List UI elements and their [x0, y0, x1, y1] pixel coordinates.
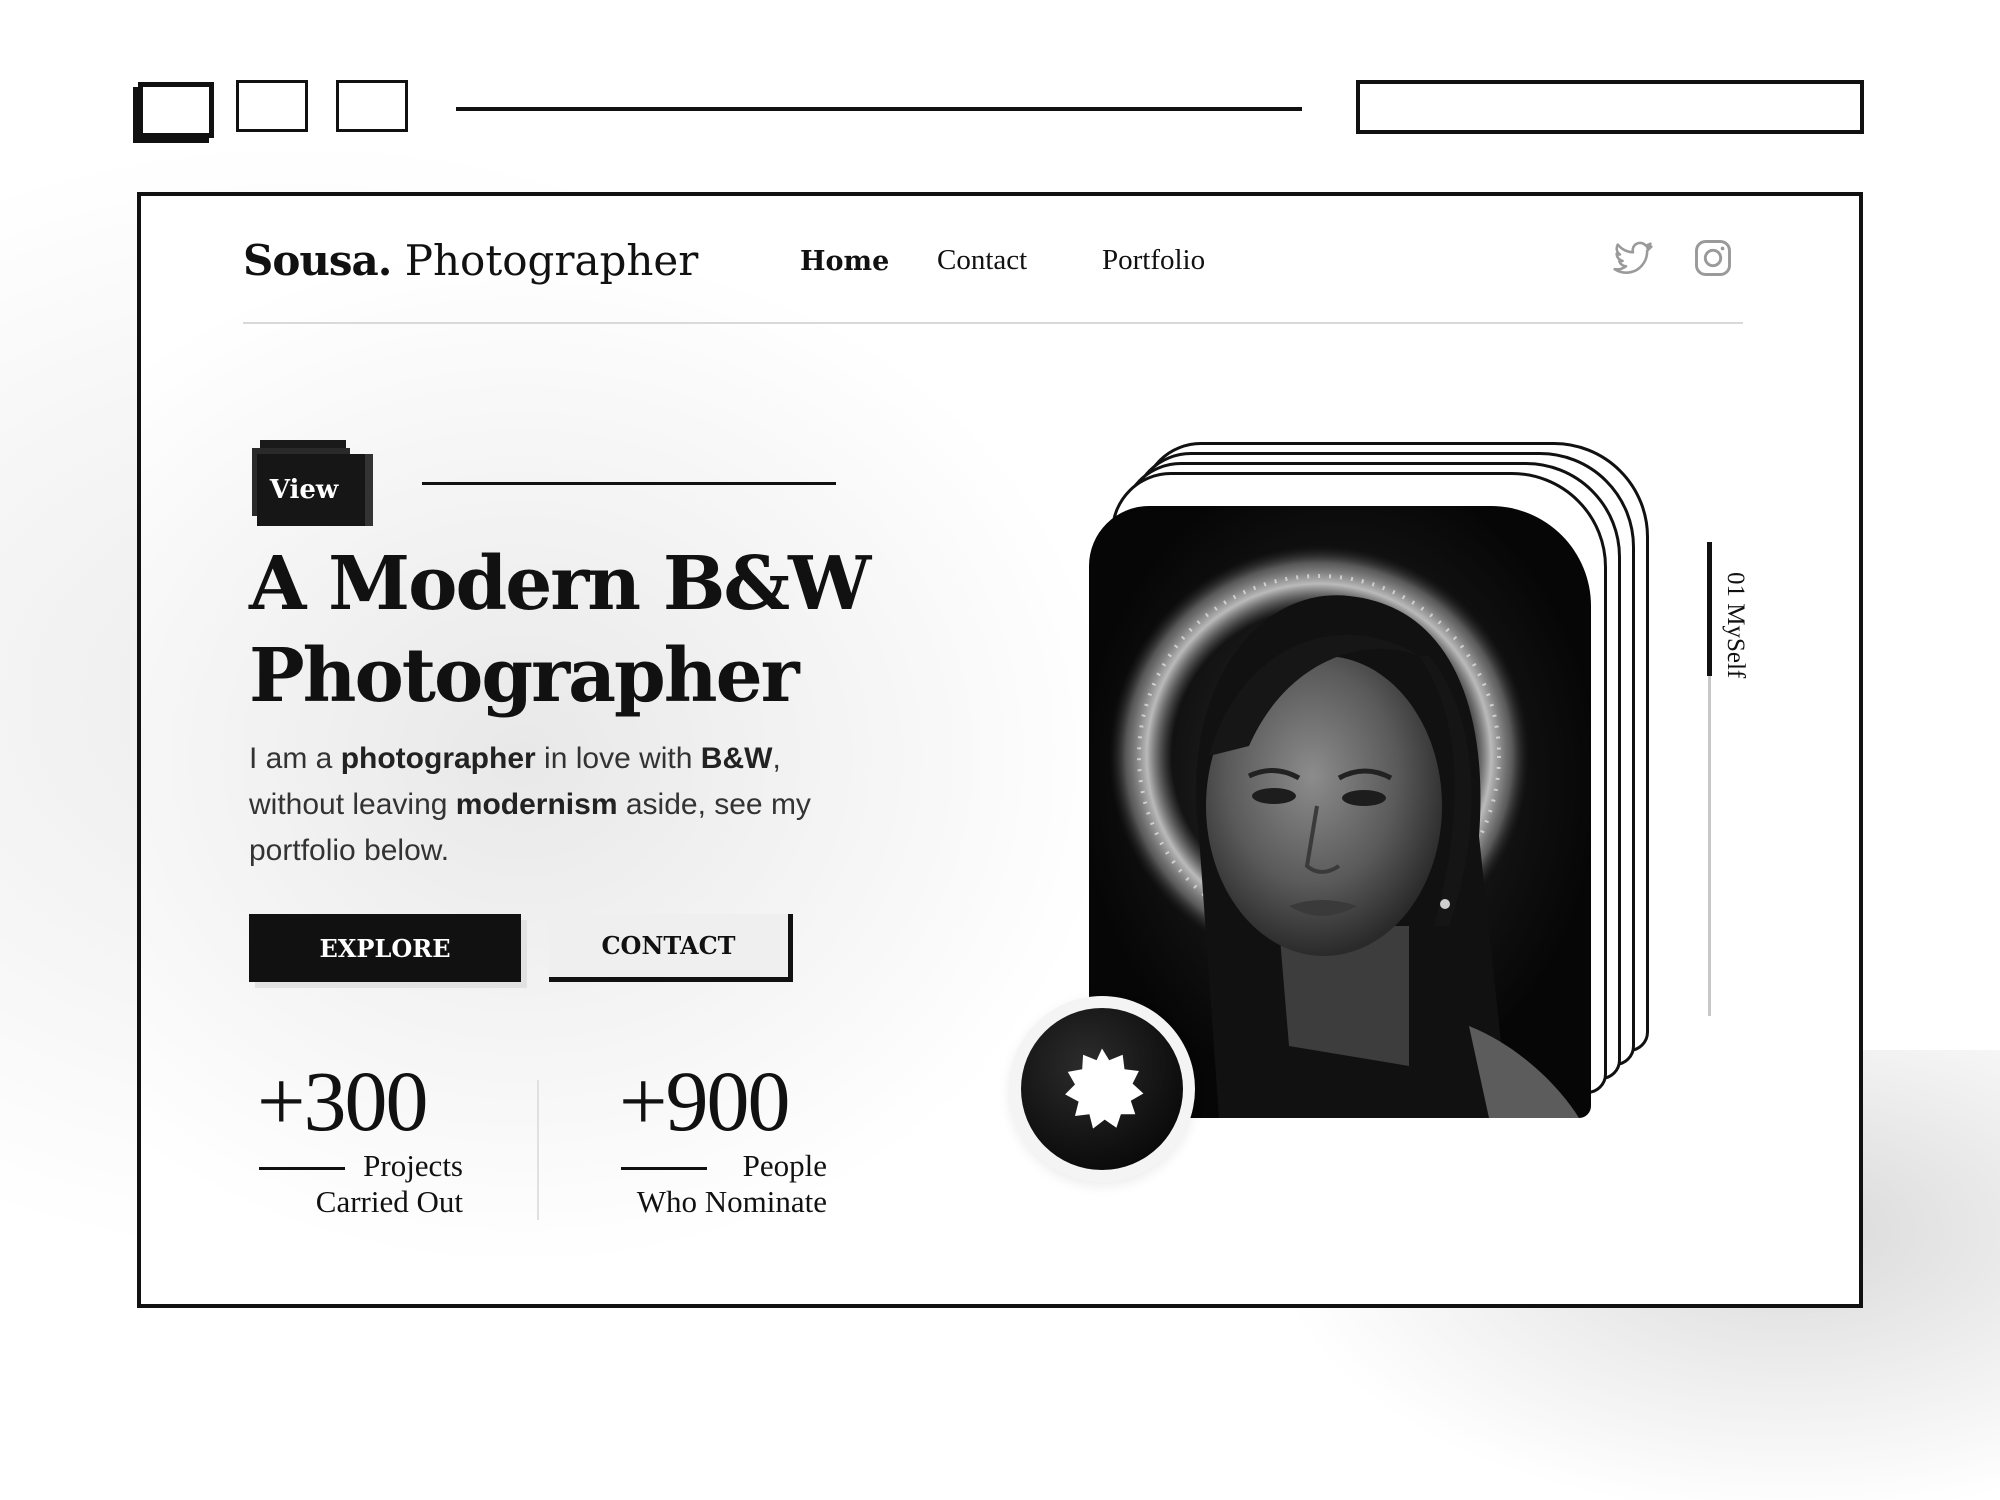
window-control-2[interactable] — [236, 80, 308, 132]
stat-projects-label-line2: Carried Out — [315, 1184, 463, 1219]
hero-title-line1: A Modern B&W — [249, 541, 871, 627]
stat-people-dash — [621, 1167, 707, 1170]
site-logo[interactable]: Sousa. Photographer — [243, 236, 698, 285]
stat-people-label-line2: Who Nominate — [636, 1184, 827, 1219]
contact-button[interactable]: CONTACT — [549, 914, 793, 982]
nav-home[interactable]: Home — [800, 246, 889, 277]
window-control-3[interactable] — [336, 80, 408, 132]
hero-decorative-line — [422, 482, 836, 485]
scroll-indicator-active — [1707, 542, 1712, 676]
hero-title: A Modern B&W Photographer — [249, 538, 889, 722]
desc-text: aside, see my — [617, 788, 811, 821]
tab-strip-line — [456, 107, 1302, 111]
logo-role: Photographer — [404, 236, 699, 285]
window-control-1[interactable] — [138, 82, 214, 138]
website-frame: Sousa. Photographer Home Contact Portfol… — [137, 192, 1863, 1308]
view-badge[interactable]: View — [257, 454, 365, 526]
star-badge[interactable] — [1021, 1008, 1183, 1170]
star-icon — [1065, 1048, 1144, 1129]
desc-emphasis: B&W — [700, 742, 773, 775]
desc-emphasis: photographer — [340, 742, 536, 775]
desc-text: in love with — [535, 742, 701, 775]
hero-title-line2: Photographer — [249, 633, 800, 719]
desc-text: without leaving — [249, 788, 456, 821]
address-bar[interactable] — [1356, 80, 1864, 134]
logo-name: Sousa. — [243, 236, 392, 285]
section-label: 01 MySelf — [1722, 572, 1749, 679]
desc-text: portfolio below. — [249, 834, 450, 867]
header-divider — [243, 322, 1743, 324]
stat-projects-label-line1: Projects — [363, 1148, 463, 1183]
desc-emphasis: modernism — [455, 788, 618, 821]
desc-text: I am a — [249, 742, 341, 775]
stat-people-label-line1: People — [742, 1148, 827, 1183]
stat-people-value: +900 — [619, 1053, 791, 1149]
explore-button[interactable]: EXPLORE — [249, 914, 521, 982]
twitter-icon[interactable] — [1611, 236, 1655, 280]
nav-contact[interactable]: Contact — [937, 244, 1027, 277]
nav-portfolio[interactable]: Portfolio — [1102, 244, 1205, 277]
view-badge-label: View — [269, 475, 339, 505]
desc-text: , — [772, 742, 781, 775]
scroll-indicator-track[interactable] — [1708, 676, 1711, 1016]
hero-description: I am a photographer in love with B&W, wi… — [249, 736, 889, 874]
stat-projects-value: +300 — [257, 1053, 429, 1149]
stats-divider — [537, 1080, 539, 1220]
instagram-icon[interactable] — [1691, 236, 1735, 280]
